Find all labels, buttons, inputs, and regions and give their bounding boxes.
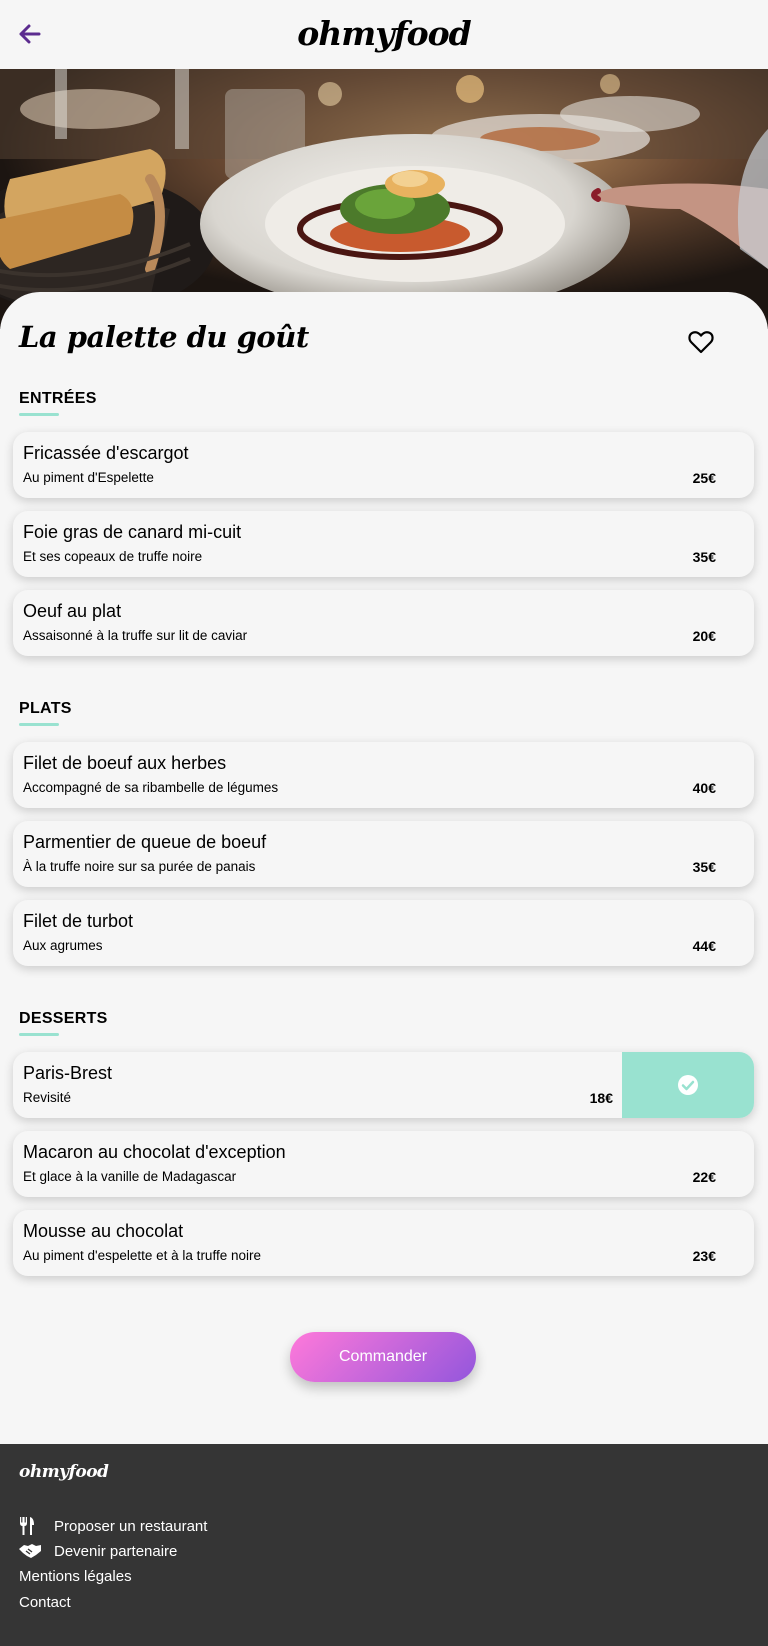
dish-description: Accompagné de sa ribambelle de légumes bbox=[23, 780, 279, 795]
footer-link-contact[interactable]: Contact bbox=[19, 1591, 71, 1613]
favorite-button[interactable] bbox=[686, 328, 716, 356]
dish-price: 35€ bbox=[692, 859, 716, 875]
dish-card[interactable]: Parmentier de queue de boeuf À la truffe… bbox=[13, 821, 754, 887]
dish-name: Paris-Brest bbox=[23, 1063, 113, 1083]
dish-card[interactable]: Foie gras de canard mi-cuit Et ses copea… bbox=[13, 511, 754, 577]
section-title-desserts: DESSERTS bbox=[19, 1010, 108, 1027]
dish-card[interactable]: Fricassée d'escargot Au piment d'Espelet… bbox=[13, 432, 754, 498]
utensils-icon bbox=[19, 1517, 43, 1535]
dish-card[interactable]: Filet de boeuf aux herbes Accompagné de … bbox=[13, 742, 754, 808]
footer-link-propose-restaurant[interactable]: Proposer un restaurant bbox=[19, 1515, 207, 1537]
dish-card[interactable]: Oeuf au plat Assaisonné à la truffe sur … bbox=[13, 590, 754, 656]
dish-name: Mousse au chocolat bbox=[23, 1221, 184, 1241]
footer-link-legal[interactable]: Mentions légales bbox=[19, 1565, 132, 1587]
dish-price: 35€ bbox=[692, 549, 716, 565]
dish-description: Au piment d'espelette et à la truffe noi… bbox=[23, 1248, 261, 1263]
dish-description: Au piment d'Espelette bbox=[23, 470, 154, 485]
footer: ohmyfood Proposer un restaurant Devenir … bbox=[0, 1444, 768, 1646]
dish-price: 23€ bbox=[692, 1248, 716, 1264]
restaurant-hero-image bbox=[0, 69, 768, 329]
section-underline bbox=[19, 1033, 59, 1036]
dish-card[interactable]: Mousse au chocolat Au piment d'espelette… bbox=[13, 1210, 754, 1276]
dish-price: 22€ bbox=[692, 1169, 716, 1185]
section-title-plats: PLATS bbox=[19, 700, 72, 717]
hero-photo bbox=[0, 69, 768, 329]
dish-description: À la truffe noire sur sa purée de panais bbox=[23, 859, 256, 874]
heart-outline-icon bbox=[688, 331, 714, 354]
check-circle-icon bbox=[678, 1075, 698, 1095]
dish-name: Filet de turbot bbox=[23, 911, 134, 931]
dish-name: Filet de boeuf aux herbes bbox=[23, 753, 227, 773]
order-button[interactable]: Commander bbox=[290, 1332, 476, 1382]
menu-content: La palette du goût ENTRÉES Fricassée d'e… bbox=[0, 292, 768, 1444]
dish-name: Foie gras de canard mi-cuit bbox=[23, 522, 242, 542]
dish-description: Aux agrumes bbox=[23, 938, 103, 953]
footer-logo[interactable]: ohmyfood bbox=[19, 1462, 109, 1482]
site-logo[interactable]: ohmyfood bbox=[0, 14, 768, 53]
header: ohmyfood bbox=[0, 0, 768, 70]
dish-name: Parmentier de queue de boeuf bbox=[23, 832, 267, 852]
footer-link-become-partner[interactable]: Devenir partenaire bbox=[19, 1540, 177, 1562]
dish-name: Fricassée d'escargot bbox=[23, 443, 189, 463]
dish-card[interactable]: Filet de turbot Aux agrumes 44€ bbox=[13, 900, 754, 966]
dish-price: 40€ bbox=[692, 780, 716, 796]
dish-name: Macaron au chocolat d'exception bbox=[23, 1142, 286, 1162]
dish-description: Et glace à la vanille de Madagascar bbox=[23, 1169, 237, 1184]
dish-card-selected[interactable]: Paris-Brest Revisité 18€ bbox=[13, 1052, 754, 1118]
selected-indicator[interactable] bbox=[622, 1052, 754, 1118]
dish-price: 20€ bbox=[692, 628, 716, 644]
dish-description: Revisité bbox=[23, 1090, 72, 1105]
footer-link-label: Devenir partenaire bbox=[54, 1542, 178, 1560]
dish-name: Oeuf au plat bbox=[23, 601, 122, 621]
page: ohmyfood La palette du goût ENTRÉES Fric… bbox=[0, 0, 768, 1646]
dish-card[interactable]: Macaron au chocolat d'exception Et glace… bbox=[13, 1131, 754, 1197]
dish-price: 18€ bbox=[589, 1090, 613, 1106]
section-underline bbox=[19, 723, 59, 726]
section-underline bbox=[19, 413, 59, 416]
section-title-entrees: ENTRÉES bbox=[19, 390, 97, 407]
dish-price: 44€ bbox=[692, 938, 716, 954]
dish-description: Et ses copeaux de truffe noire bbox=[23, 549, 203, 564]
footer-link-label: Proposer un restaurant bbox=[54, 1517, 208, 1535]
handshake-icon bbox=[19, 1542, 43, 1560]
dish-price: 25€ bbox=[692, 470, 716, 486]
restaurant-name: La palette du goût bbox=[19, 320, 309, 354]
dish-description: Assaisonné à la truffe sur lit de caviar bbox=[23, 628, 248, 643]
